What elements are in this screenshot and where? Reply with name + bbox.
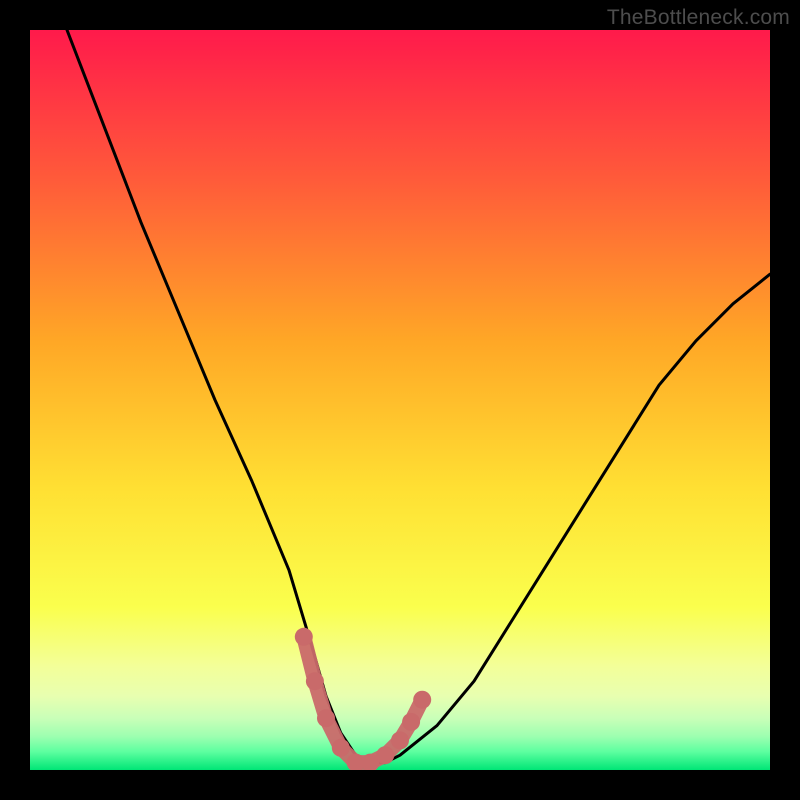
- bottleneck-plot: [30, 30, 770, 770]
- watermark-text: TheBottleneck.com: [607, 6, 790, 30]
- highlight-dot: [332, 739, 350, 757]
- highlight-dot: [376, 746, 394, 764]
- chart-frame: [30, 30, 770, 770]
- highlight-dot: [413, 691, 431, 709]
- highlight-dot: [317, 709, 335, 727]
- highlight-dot: [295, 628, 313, 646]
- highlight-dot: [402, 713, 420, 731]
- gradient-background: [30, 30, 770, 770]
- highlight-dot: [391, 731, 409, 749]
- highlight-dot: [306, 672, 324, 690]
